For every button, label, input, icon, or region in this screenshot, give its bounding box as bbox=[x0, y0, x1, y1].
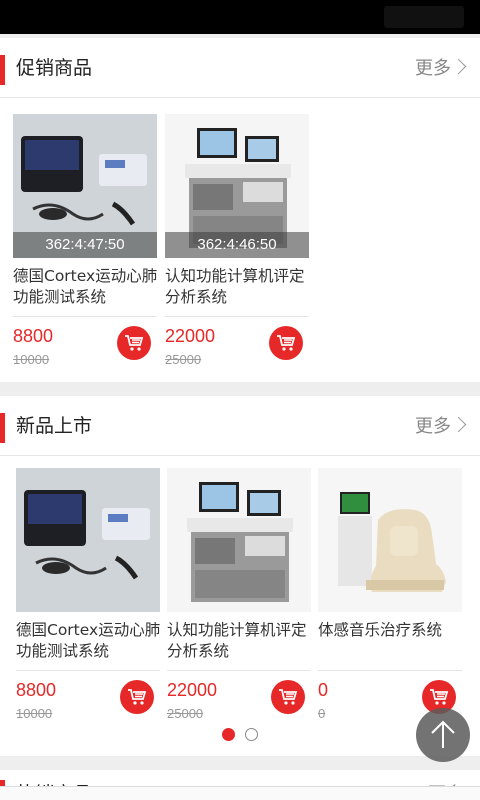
product-price: 22000 bbox=[165, 326, 216, 346]
product-original-price: 10000 bbox=[16, 706, 53, 721]
divider bbox=[318, 670, 462, 671]
product-image-music-therapy bbox=[318, 468, 462, 612]
product-card[interactable]: 体感音乐治疗系统 0 0 bbox=[318, 468, 462, 728]
product-card[interactable]: 362:4:47:50 德国Cortex运动心肺功能测试系统 8800 1000… bbox=[13, 114, 157, 374]
countdown-timer: 362:4:46:50 bbox=[165, 232, 309, 258]
divider bbox=[13, 316, 157, 317]
product-image-cognitive bbox=[167, 468, 311, 612]
product-image[interactable] bbox=[318, 468, 462, 612]
product-name[interactable]: 认知功能计算机评定分析系统 bbox=[165, 266, 313, 310]
promo-section: 促销商品 更多 362:4:47:50 德国Cortex运动心肺功能测试系统 8… bbox=[0, 38, 480, 382]
carousel-dot[interactable] bbox=[245, 728, 258, 741]
cart-icon bbox=[277, 335, 296, 351]
chevron-right-icon bbox=[450, 58, 467, 75]
promo-section-title: 促销商品 bbox=[16, 57, 93, 79]
arrow-up-icon bbox=[431, 720, 455, 748]
divider bbox=[167, 670, 311, 671]
product-image[interactable]: 362:4:46:50 bbox=[165, 114, 309, 258]
product-name[interactable]: 德国Cortex运动心肺功能测试系统 bbox=[16, 620, 164, 664]
product-image[interactable] bbox=[16, 468, 160, 612]
add-to-cart-button[interactable] bbox=[269, 326, 303, 360]
product-card[interactable]: 认知功能计算机评定分析系统 22000 25000 bbox=[167, 468, 311, 728]
new-more-link[interactable]: 更多 bbox=[415, 414, 467, 440]
chevron-right-icon bbox=[450, 416, 467, 433]
section-accent-bar bbox=[0, 55, 5, 85]
more-label: 更多 bbox=[415, 416, 451, 437]
product-original-price: 25000 bbox=[165, 352, 202, 367]
product-original-price: 25000 bbox=[167, 706, 204, 721]
new-section-title: 新品上市 bbox=[16, 415, 93, 437]
add-to-cart-button[interactable] bbox=[117, 326, 151, 360]
more-label: 更多 bbox=[415, 58, 451, 79]
bottom-nav-bar bbox=[0, 786, 480, 800]
product-image-cortex bbox=[16, 468, 160, 612]
add-to-cart-button[interactable] bbox=[120, 680, 154, 714]
section-accent-bar bbox=[0, 413, 5, 443]
product-name[interactable]: 体感音乐治疗系统 bbox=[318, 620, 466, 664]
product-price: 8800 bbox=[16, 680, 57, 700]
product-card[interactable]: 362:4:46:50 认知功能计算机评定分析系统 22000 25000 bbox=[165, 114, 309, 374]
promo-section-header: 促销商品 更多 bbox=[0, 38, 480, 98]
new-section-header: 新品上市 更多 bbox=[0, 396, 480, 456]
status-icons bbox=[384, 6, 464, 28]
promo-more-link[interactable]: 更多 bbox=[415, 56, 467, 82]
cart-icon bbox=[430, 689, 449, 705]
product-image[interactable]: 362:4:47:50 bbox=[13, 114, 157, 258]
cart-icon bbox=[279, 689, 298, 705]
cart-icon bbox=[128, 689, 147, 705]
product-name[interactable]: 德国Cortex运动心肺功能测试系统 bbox=[13, 266, 161, 310]
new-section: 新品上市 更多 德国Cortex运动心肺功能测试系统 8800 10000 认知… bbox=[0, 396, 480, 756]
cart-icon bbox=[125, 335, 144, 351]
product-card[interactable]: 德国Cortex运动心肺功能测试系统 8800 10000 bbox=[16, 468, 160, 728]
divider bbox=[165, 316, 309, 317]
product-price: 8800 bbox=[13, 326, 54, 346]
product-price: 0 bbox=[318, 680, 329, 700]
add-to-cart-button[interactable] bbox=[271, 680, 305, 714]
product-image[interactable] bbox=[167, 468, 311, 612]
back-to-top-button[interactable] bbox=[416, 708, 470, 762]
product-name[interactable]: 认知功能计算机评定分析系统 bbox=[167, 620, 315, 664]
product-price: 22000 bbox=[167, 680, 218, 700]
status-bar bbox=[0, 0, 480, 34]
divider bbox=[16, 670, 160, 671]
countdown-timer: 362:4:47:50 bbox=[13, 232, 157, 258]
product-original-price: 10000 bbox=[13, 352, 50, 367]
product-original-price: 0 bbox=[318, 706, 326, 721]
carousel-dot-active[interactable] bbox=[222, 728, 235, 741]
